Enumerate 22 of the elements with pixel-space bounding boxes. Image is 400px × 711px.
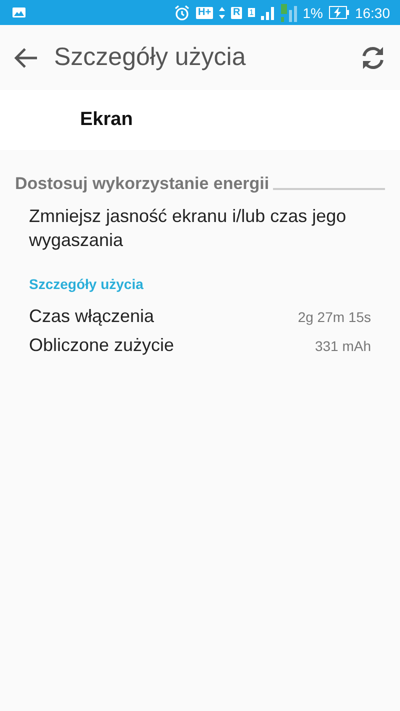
page-title: Szczegóły użycia xyxy=(54,43,247,72)
refresh-icon[interactable] xyxy=(360,44,386,70)
suggestion-item[interactable]: Zmniejsz jasność ekranu i/lub czas jego wygaszania xyxy=(0,194,400,252)
data-arrows-icon xyxy=(219,6,226,18)
image-icon xyxy=(12,7,26,18)
roaming-indicator: R xyxy=(231,6,242,18)
detail-value: 331 mAh xyxy=(314,338,371,354)
network-type-indicator: H+ xyxy=(196,6,214,18)
back-arrow-icon[interactable] xyxy=(14,48,38,68)
detail-label: Obliczone zużycie xyxy=(29,335,174,356)
clock: 16:30 xyxy=(354,4,390,20)
subsection-header: Szczegóły użycia xyxy=(28,275,144,292)
sim-indicator: 1 xyxy=(248,8,255,17)
app-name: Ekran xyxy=(0,90,400,150)
signal-icon xyxy=(280,4,297,22)
alarm-clock-icon xyxy=(174,4,190,20)
signal-icon xyxy=(260,6,275,20)
detail-value: 2g 27m 15s xyxy=(298,308,371,324)
battery-percentage: 1% xyxy=(302,4,323,20)
battery-charging-icon xyxy=(328,6,349,19)
detail-label: Czas włączenia xyxy=(29,306,154,327)
section-header: Dostosuj wykorzystanie energii xyxy=(15,174,270,194)
